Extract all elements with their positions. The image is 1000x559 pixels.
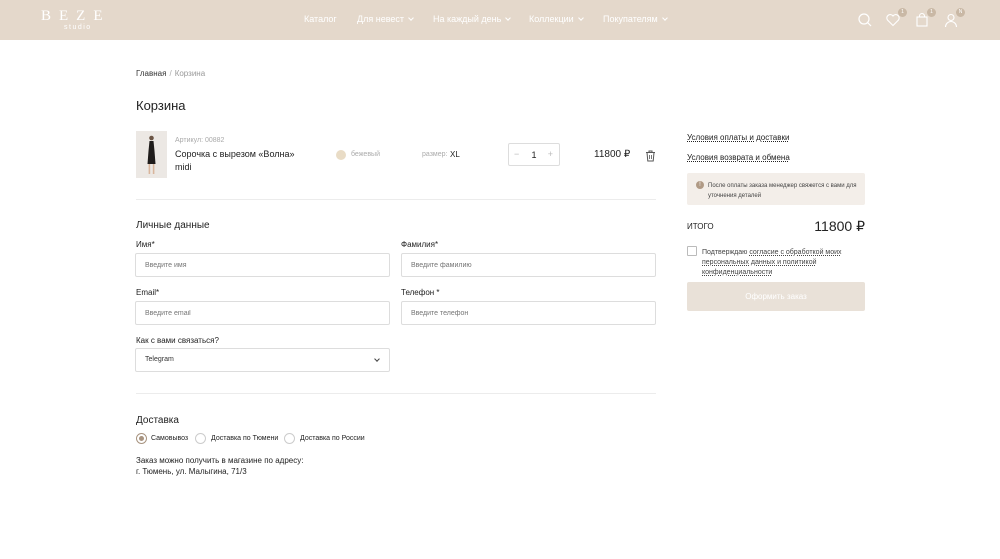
nav-customers[interactable]: Покупателям xyxy=(603,14,668,24)
contact-method-label: Как с вами связаться? xyxy=(136,336,219,345)
contact-method-select[interactable]: Telegram xyxy=(135,348,390,372)
total-value: 11800 ₽ xyxy=(814,218,865,234)
delivery-tyumen-radio[interactable] xyxy=(195,433,206,444)
logo[interactable]: BEZE studio xyxy=(41,8,116,34)
last-name-label: Фамилия* xyxy=(401,240,439,249)
checkout-button[interactable]: Оформить заказ xyxy=(687,282,865,311)
info-icon: ! xyxy=(696,181,704,189)
delivery-russia-label[interactable]: Доставка по России xyxy=(300,435,365,442)
last-name-field[interactable] xyxy=(401,253,656,277)
breadcrumb-current: Корзина xyxy=(174,69,206,78)
chevron-down-icon xyxy=(577,14,584,21)
chevron-down-icon xyxy=(661,14,668,21)
divider xyxy=(136,393,656,394)
nav-catalog-label: Каталог xyxy=(304,14,337,24)
qty-increase-button[interactable]: + xyxy=(548,149,553,159)
consent-checkbox[interactable] xyxy=(687,246,697,256)
return-exchange-terms-link[interactable]: Условия возврата и обмена xyxy=(687,153,790,162)
first-name-label: Имя* xyxy=(136,240,155,249)
contact-method-value: Telegram xyxy=(145,356,174,363)
logo-text: BEZE xyxy=(41,8,111,24)
site-header: BEZE studio Каталог Для невест На каждый… xyxy=(0,0,1000,40)
pickup-address-line2: г. Тюмень, ул. Малыгина, 71/3 xyxy=(136,467,247,476)
phone-label: Телефон * xyxy=(401,288,440,297)
email-field[interactable] xyxy=(135,301,390,325)
breadcrumb-home[interactable]: Главная xyxy=(136,69,166,78)
delivery-pickup-radio[interactable] xyxy=(136,433,147,444)
nav-brides-label: Для невест xyxy=(357,14,405,24)
breadcrumb-separator: / xyxy=(169,69,172,78)
pickup-address: Заказ можно получить в магазине по адрес… xyxy=(136,455,303,477)
page-title: Корзина xyxy=(136,98,186,113)
notice-text: После оплаты заказа менеджер свяжется с … xyxy=(708,183,857,199)
delivery-title: Доставка xyxy=(136,415,179,426)
trash-icon[interactable] xyxy=(645,149,656,162)
size-value: XL xyxy=(450,150,460,159)
product-image[interactable] xyxy=(136,131,167,178)
chevron-down-icon xyxy=(505,14,512,21)
first-name-field[interactable] xyxy=(135,253,390,277)
consent-prefix: Подтверждаю xyxy=(702,249,750,256)
delivery-tyumen-label[interactable]: Доставка по Тюмени xyxy=(211,435,278,442)
info-notice: ! После оплаты заказа менеджер свяжется … xyxy=(687,173,865,205)
breadcrumb: Главная / Корзина xyxy=(136,69,205,78)
search-icon[interactable] xyxy=(857,12,873,28)
color-label: бежевый xyxy=(351,151,380,158)
size-label: размер: xyxy=(422,151,448,158)
heart-icon[interactable]: 1 xyxy=(885,8,907,28)
delivery-pickup-label[interactable]: Самовывоз xyxy=(151,435,188,442)
chevron-down-icon xyxy=(408,14,414,21)
nav-brides[interactable]: Для невест xyxy=(357,14,414,24)
account-badge: N xyxy=(956,8,965,17)
product-sku: Артикул: 00882 xyxy=(175,137,225,144)
nav-everyday[interactable]: На каждый день xyxy=(433,14,512,24)
personal-data-title: Личные данные xyxy=(136,220,210,231)
logo-subtext: studio xyxy=(64,24,92,31)
chevron-down-icon xyxy=(374,356,380,362)
product-price: 11800 ₽ xyxy=(594,149,631,160)
bag-icon[interactable]: 1 xyxy=(914,8,936,28)
cart-count-badge: 1 xyxy=(927,8,936,17)
product-name[interactable]: Сорочка с вырезом «Волна» midi xyxy=(175,148,305,174)
total-label: ИТОГО xyxy=(687,222,714,231)
email-label: Email* xyxy=(136,288,160,297)
payment-delivery-terms-link[interactable]: Условия оплаты и доставки xyxy=(687,133,789,142)
divider xyxy=(136,199,656,200)
pickup-address-line1: Заказ можно получить в магазине по адрес… xyxy=(136,456,304,465)
nav-catalog[interactable]: Каталог xyxy=(304,14,337,24)
favorites-count-badge: 1 xyxy=(898,8,907,17)
color-swatch xyxy=(336,150,346,160)
phone-field[interactable] xyxy=(401,301,656,325)
nav-customers-label: Покупателям xyxy=(603,14,658,24)
user-icon[interactable]: N xyxy=(943,8,965,28)
nav-collections[interactable]: Коллекции xyxy=(529,14,584,24)
delivery-russia-radio[interactable] xyxy=(284,433,295,444)
nav-collections-label: Коллекции xyxy=(529,14,574,24)
consent-text: Подтверждаю согласие с обработкой моих п… xyxy=(702,248,852,278)
quantity-stepper: − 1 + xyxy=(508,143,560,166)
nav-everyday-label: На каждый день xyxy=(433,14,502,24)
